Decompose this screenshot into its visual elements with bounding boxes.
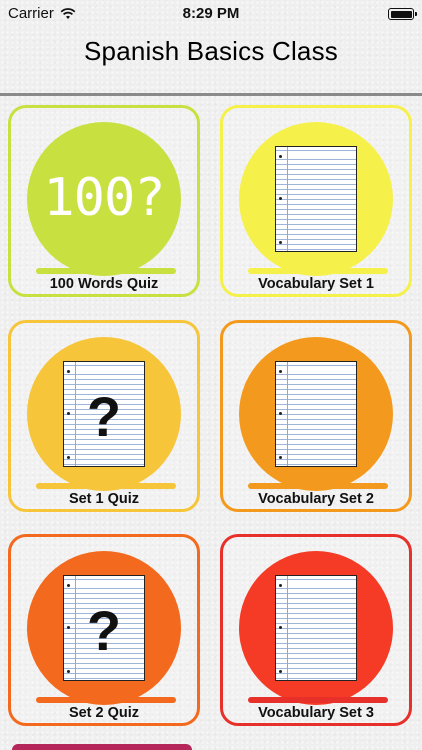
tile-set-2-quiz[interactable]: ? Set 2 Quiz xyxy=(8,534,200,726)
tile-label: 100 Words Quiz xyxy=(49,276,159,292)
tile-vocabulary-set-2[interactable]: Vocabulary Set 2 xyxy=(220,320,412,512)
tile-accent-bar xyxy=(248,483,388,489)
question-mark-icon: ? xyxy=(86,385,122,448)
tile-accent-bar xyxy=(36,268,176,274)
tile-circle xyxy=(239,337,393,491)
tile-circle: ? xyxy=(27,551,181,705)
tile-100-words-quiz[interactable]: 100? 100 Words Quiz xyxy=(8,105,200,297)
quiz-paper-icon: ? xyxy=(63,361,145,467)
tile-accent-bar xyxy=(36,483,176,489)
question-mark-icon: ? xyxy=(86,599,122,662)
tile-set-1-quiz[interactable]: ? Set 1 Quiz xyxy=(8,320,200,512)
tile-label: Vocabulary Set 1 xyxy=(258,276,374,292)
tile-label: Vocabulary Set 3 xyxy=(258,705,374,721)
quiz-paper-icon: ? xyxy=(63,575,145,681)
tile-label: Vocabulary Set 2 xyxy=(258,491,374,507)
tile-circle: 100? xyxy=(27,122,181,276)
status-bar: Carrier 8:29 PM xyxy=(0,0,422,28)
status-time: 8:29 PM xyxy=(182,5,240,22)
tile-accent-bar xyxy=(248,268,388,274)
tile-vocabulary-set-1[interactable]: Vocabulary Set 1 xyxy=(220,105,412,297)
notebook-paper-icon xyxy=(275,146,357,252)
battery-icon xyxy=(388,8,417,20)
page-title: Spanish Basics Class xyxy=(84,36,338,66)
next-tile-edge[interactable] xyxy=(12,744,192,750)
tile-label: Set 1 Quiz xyxy=(68,491,140,507)
notebook-paper-icon xyxy=(275,361,357,467)
notebook-paper-icon xyxy=(275,575,357,681)
tile-label: Set 2 Quiz xyxy=(68,705,140,721)
tile-accent-bar xyxy=(248,697,388,703)
tile-circle xyxy=(239,551,393,705)
header-divider xyxy=(0,93,422,96)
tile-accent-bar xyxy=(36,697,176,703)
hundred-question-icon: 100? xyxy=(43,168,165,228)
tile-vocabulary-set-3[interactable]: Vocabulary Set 3 xyxy=(220,534,412,726)
tile-circle xyxy=(239,122,393,276)
tile-circle: ? xyxy=(27,337,181,491)
